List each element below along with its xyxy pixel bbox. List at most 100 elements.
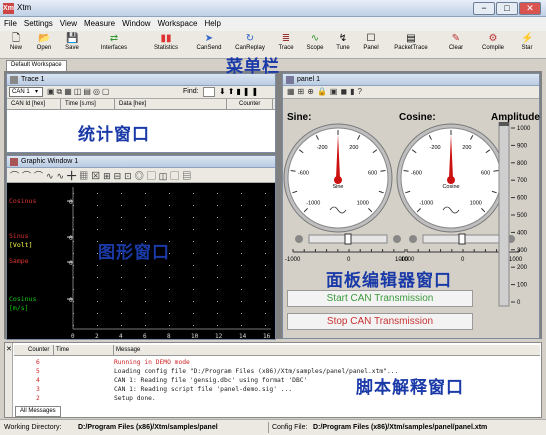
- grid-dot: [73, 265, 74, 266]
- grid-dot: [217, 241, 218, 242]
- message-row[interactable]: 6 Running in DEMO mode: [14, 359, 534, 368]
- trace-toolbar-icons[interactable]: ▣⧉▦◫▤◎▢: [47, 87, 112, 97]
- menu-file[interactable]: File: [0, 17, 20, 28]
- start-icon: ⚡: [521, 33, 534, 44]
- grid-dot: [121, 217, 122, 218]
- grid-dot: [265, 229, 266, 230]
- grid-dot: [217, 289, 218, 290]
- grid-dot: [97, 325, 98, 326]
- sine-gauge-tick-label: 1000: [357, 201, 369, 207]
- find-input[interactable]: [203, 87, 215, 97]
- minimize-button[interactable]: −: [473, 2, 495, 15]
- start-button[interactable]: ⚡ Star: [514, 33, 540, 57]
- tab-all-messages[interactable]: All Messages: [15, 406, 61, 417]
- col-msg-counter[interactable]: Counter: [26, 345, 54, 356]
- grid-dot: [193, 277, 194, 278]
- menu-window[interactable]: Window: [118, 17, 153, 28]
- grid-dot: [217, 253, 218, 254]
- grid-dot: [265, 289, 266, 290]
- amplitude-tick-label: 400: [517, 230, 528, 236]
- grid-dot: [217, 277, 218, 278]
- menu-measure[interactable]: Measure: [80, 17, 118, 28]
- col-canid[interactable]: CAN Id [hex]: [9, 99, 61, 110]
- start-can-button[interactable]: Start CAN Transmission: [287, 290, 473, 307]
- open-button[interactable]: 📂 Open: [32, 33, 56, 57]
- message-side-handle[interactable]: ✕: [5, 343, 13, 417]
- grid-dot: [169, 289, 170, 290]
- message-counter: 6: [36, 359, 40, 366]
- panel-button[interactable]: ☐ Panel: [359, 33, 383, 57]
- find-nav-icons[interactable]: ⬇⬆▮❚❚: [219, 87, 260, 96]
- menu-workspace[interactable]: Workspace: [154, 17, 201, 28]
- maximize-button[interactable]: □: [496, 2, 518, 15]
- menu-view[interactable]: View: [56, 17, 80, 28]
- workdir-value: D:/Program Files (x86)/Xtm/samples/panel: [78, 424, 218, 431]
- status-bar: Working Directory: D:/Program Files (x86…: [0, 419, 546, 435]
- tab-default-workspace[interactable]: Default Workspace: [6, 60, 67, 71]
- chevron-down-icon: ▾: [35, 89, 39, 95]
- col-msg-message[interactable]: Message: [114, 345, 534, 356]
- grid-dot: [145, 289, 146, 290]
- trace-window-icon: [10, 76, 18, 84]
- grid-dot: [265, 241, 266, 242]
- menu-help[interactable]: Help: [200, 17, 223, 28]
- grid-dot: [121, 193, 122, 194]
- panel-titlebar: panel 1: [283, 74, 539, 86]
- amplitude-tick-label: 300: [517, 248, 528, 254]
- sine-gauge-tick-label: -600: [298, 171, 309, 177]
- annotation-menubar: 菜单栏: [226, 57, 280, 77]
- app-icon: Xm: [3, 3, 14, 14]
- grid-dot: [241, 229, 242, 230]
- window-title: Xtm: [17, 3, 32, 12]
- sine-slider-knob-right: [393, 235, 401, 243]
- grid-dot: [241, 313, 242, 314]
- clear-button[interactable]: ✎ Clear: [444, 33, 468, 57]
- amplitude-tick-label: 600: [517, 196, 528, 202]
- col-msg-time[interactable]: Time: [54, 345, 114, 356]
- annotation-script: 脚本解释窗口: [356, 378, 464, 398]
- new-button[interactable]: 🗋 New: [4, 33, 28, 57]
- graphic-toolbar-icons[interactable]: ⌒⌒⌒∿∿╋▦⊠⊞⊟⊡◎▢◫▢▤: [10, 169, 194, 182]
- grid-dot: [73, 313, 74, 314]
- grid-dot: [193, 253, 194, 254]
- grid-dot: [145, 301, 146, 302]
- stop-can-button[interactable]: Stop CAN Transmission: [287, 313, 473, 330]
- grid-dot: [121, 229, 122, 230]
- message-text: CAN 1: Reading script file 'panel-demo.s…: [114, 386, 293, 393]
- compile-icon: ⚙: [488, 33, 498, 44]
- signal-label: Sampe: [9, 257, 29, 265]
- col-counter[interactable]: Counter: [237, 99, 273, 110]
- close-button[interactable]: ✕: [519, 2, 541, 15]
- x-tick-label: 6: [143, 333, 147, 339]
- save-button[interactable]: 💾 Save: [60, 33, 84, 57]
- config-label: Config File:: [272, 424, 308, 431]
- grid-dot: [73, 277, 74, 278]
- grid-dot: [97, 301, 98, 302]
- grid-dot: [121, 301, 122, 302]
- compile-button[interactable]: ⚙ Compile: [478, 33, 508, 57]
- interfaces-button[interactable]: ⇄ Interfaces: [92, 33, 136, 57]
- scope-button[interactable]: ∿ Scope: [302, 33, 328, 57]
- tune-button[interactable]: ↯ Tune: [331, 33, 355, 57]
- statistics-button[interactable]: ▮▮ Statistics: [144, 33, 188, 57]
- grid-dot: [265, 301, 266, 302]
- col-time[interactable]: Time [s.ms]: [63, 99, 115, 110]
- cosine-scale-mid: 0: [461, 257, 465, 263]
- col-data[interactable]: Data [hex]: [117, 99, 227, 110]
- cansend-button[interactable]: ➤ CanSend: [192, 33, 226, 57]
- x-tick-label: 16: [263, 333, 271, 339]
- grid-dot: [121, 289, 122, 290]
- grid-dot: [73, 217, 74, 218]
- close-icon[interactable]: ✕: [6, 345, 12, 353]
- grid-dot: [73, 253, 74, 254]
- cosine-slider-knob-left: [409, 235, 417, 243]
- grid-dot: [73, 241, 74, 242]
- scope-icon: ∿: [310, 33, 320, 44]
- packettrace-button[interactable]: ▤ PacketTrace: [388, 33, 434, 57]
- menu-settings[interactable]: Settings: [20, 17, 56, 28]
- sine-gauge-tick-label: -1000: [306, 201, 320, 207]
- panel-toolbar-icons[interactable]: ▦⊞⊕🔒▣◼▮?: [287, 87, 365, 96]
- amplitude-tick-label: 0: [517, 300, 521, 306]
- save-icon: 💾: [66, 33, 79, 44]
- signal-label: [Volt]: [9, 241, 32, 249]
